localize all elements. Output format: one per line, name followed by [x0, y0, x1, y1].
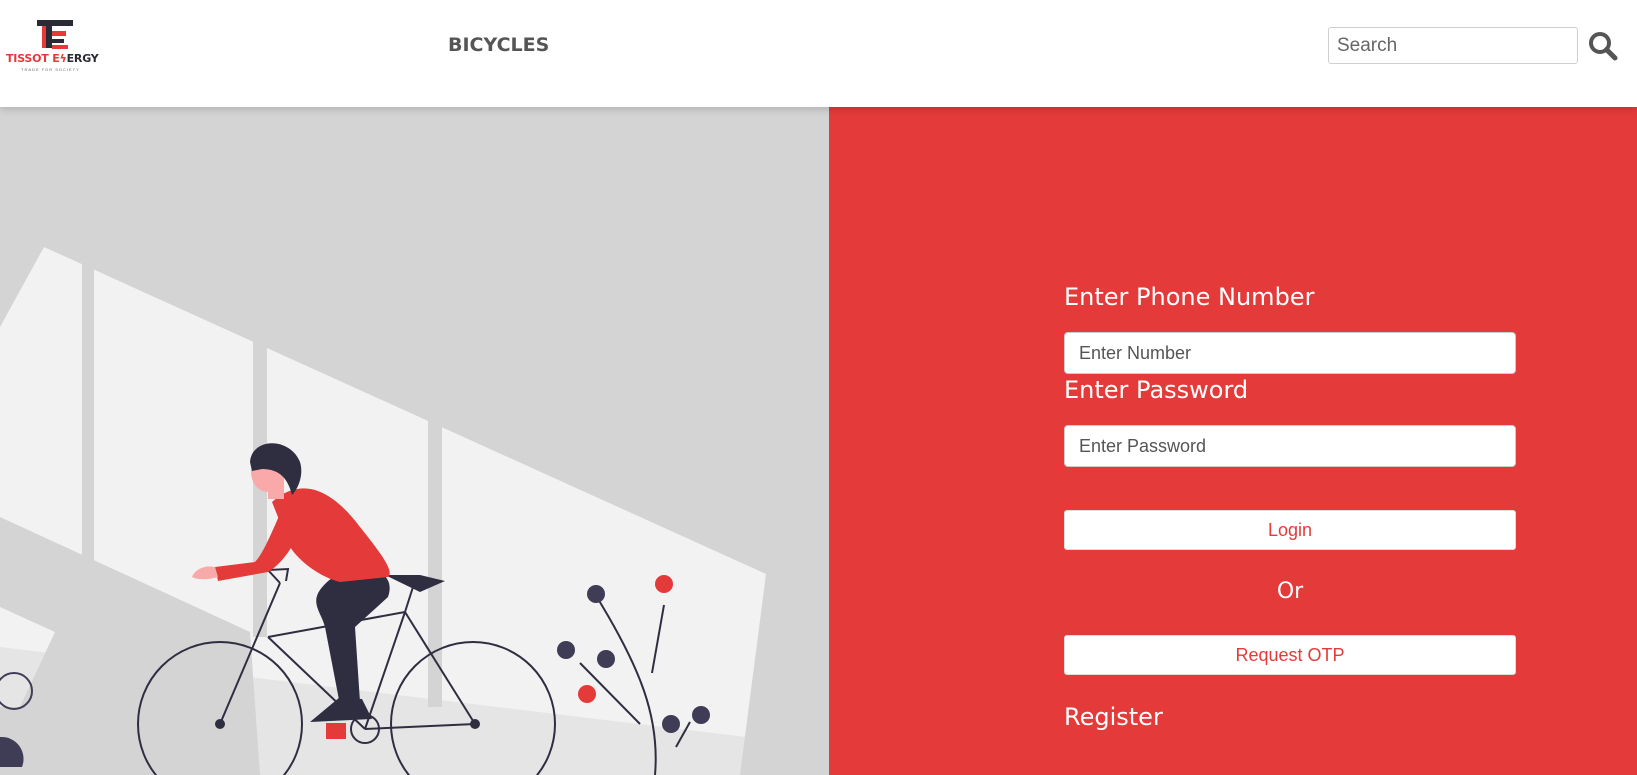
register-link[interactable]: Register — [1064, 703, 1163, 731]
login-panel: Enter Phone Number Enter Password Login … — [829, 107, 1637, 775]
request-otp-button[interactable]: Request OTP — [1064, 635, 1516, 675]
logo-mark-icon — [37, 20, 73, 49]
logo-tagline: TRADE FOR SOCIETY — [21, 67, 80, 72]
cyclist-illustration — [0, 247, 829, 775]
password-input[interactable] — [1064, 425, 1516, 467]
logo-wordmark: TISSOT EϟERGY — [6, 52, 99, 65]
logo-bolt-icon: ϟ — [59, 52, 67, 65]
or-divider-text: Or — [1276, 579, 1304, 604]
logo-word-part1: TISSOT E — [6, 52, 60, 65]
site-header: TISSOT EϟERGY TRADE FOR SOCIETY BICYCLES — [0, 0, 1637, 107]
search-input[interactable] — [1328, 27, 1578, 64]
hero-illustration-panel — [0, 107, 829, 775]
tissot-energy-logo[interactable]: TISSOT EϟERGY TRADE FOR SOCIETY — [6, 20, 106, 74]
search-icon — [1589, 32, 1618, 61]
nav-link-bicycles[interactable]: BICYCLES — [448, 34, 549, 56]
login-button[interactable]: Login — [1064, 510, 1516, 550]
password-label: Enter Password — [1064, 376, 1249, 404]
search-button[interactable] — [1587, 30, 1619, 62]
logo-word-part2: ERGY — [66, 52, 99, 65]
phone-number-input[interactable] — [1064, 332, 1516, 374]
phone-label: Enter Phone Number — [1064, 283, 1315, 311]
